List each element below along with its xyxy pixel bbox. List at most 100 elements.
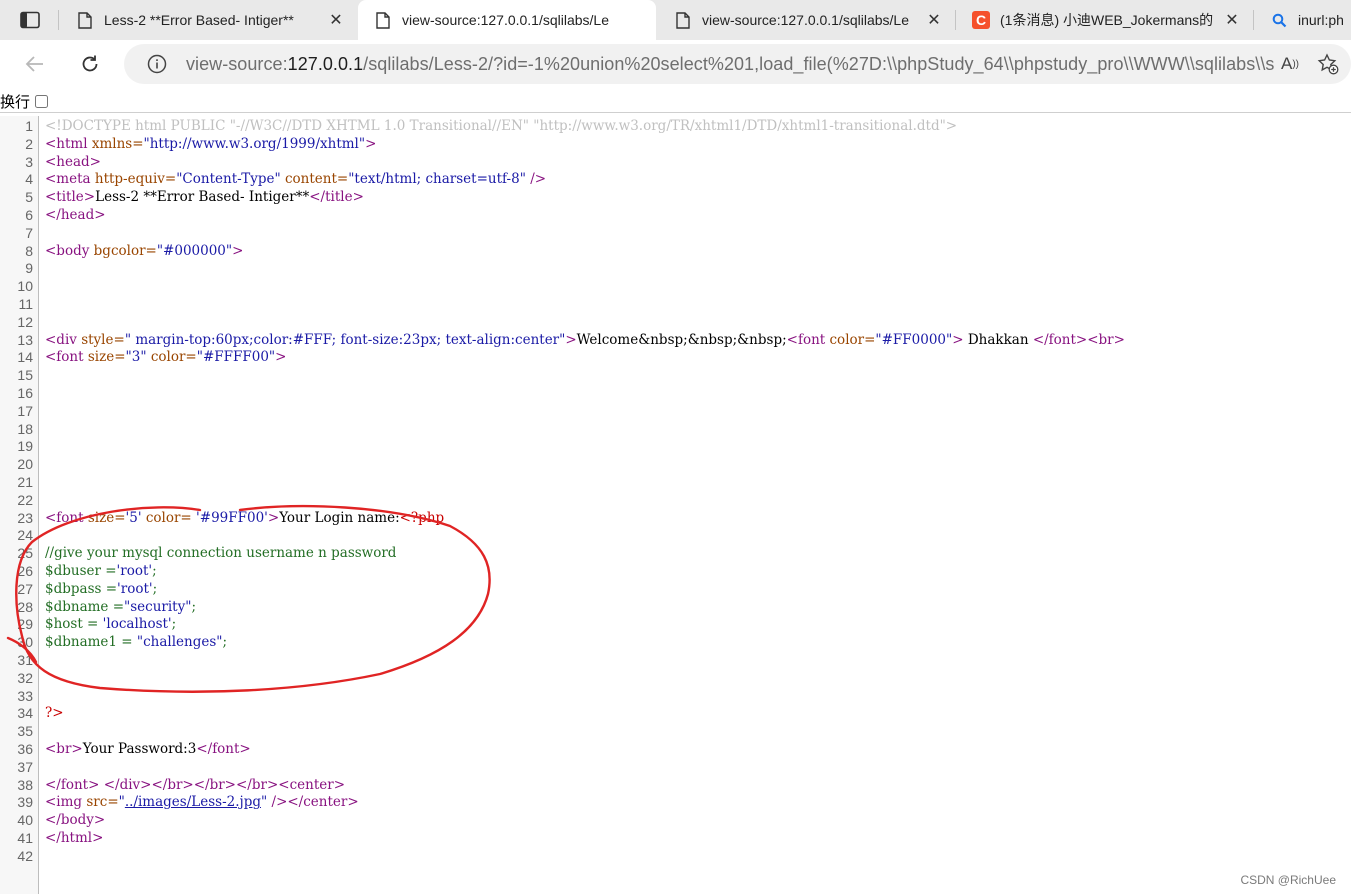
line-wrap-label: 换行 [0, 93, 31, 111]
code-token: $dbuser = [45, 563, 117, 579]
read-aloud-icon[interactable]: A)) [1275, 49, 1305, 79]
code-token: color= [145, 509, 197, 526]
source-line: 2 <html xmlns="http://www.w3.org/1999/xht… [0, 135, 1351, 153]
line-number: 25 [17, 545, 33, 562]
code-token: /> [530, 171, 547, 188]
close-tab-icon[interactable]: ✕ [922, 8, 946, 32]
page-icon [76, 11, 94, 29]
code-token: Welcome&nbsp;&nbsp;&nbsp; [576, 331, 787, 348]
code-token: <head> [45, 153, 101, 170]
source-line: 40 </body> [0, 811, 1351, 829]
line-wrap-bar: 换行 [0, 90, 49, 112]
code-token: style= [81, 331, 125, 348]
source-line: 42 [0, 847, 1351, 865]
code-token: "text/html; charset=utf-8" [348, 171, 531, 188]
line-number: 24 [17, 527, 33, 544]
source-line: 19 [0, 437, 1351, 455]
line-code: <font size='5' color= '#99FF00'>Your Log… [45, 509, 444, 527]
close-tab-icon[interactable]: ✕ [324, 8, 348, 32]
line-number: 38 [17, 776, 33, 793]
line-code: <!DOCTYPE html PUBLIC "-//W3C//DTD XHTML… [45, 117, 957, 135]
divider [0, 112, 1351, 113]
line-number: 18 [17, 420, 33, 437]
source-line: 21 [0, 473, 1351, 491]
code-token: ?> [45, 705, 64, 722]
favorite-star-icon[interactable] [1313, 49, 1343, 79]
line-code: <img src="../images/Less-2.jpg" /></cent… [45, 793, 359, 811]
line-code: <title>Less-2 **Error Based- Intiger**</… [45, 188, 364, 206]
csdn-watermark: CSDN @RichUee [1240, 873, 1336, 887]
line-number: 15 [17, 367, 33, 384]
source-line: 25 //give your mysql connection username … [0, 544, 1351, 562]
line-number: 32 [17, 669, 33, 686]
tab-less2[interactable]: Less-2 **Error Based- Intiger** ✕ [60, 0, 356, 40]
code-token: > [267, 509, 280, 526]
line-number: 6 [25, 207, 33, 223]
code-token: ; [171, 616, 177, 633]
line-number: 42 [17, 847, 33, 864]
code-token: > [232, 242, 244, 259]
code-token: content= [284, 171, 349, 188]
line-number: 27 [17, 580, 33, 597]
code-token: 'root' [117, 580, 153, 597]
code-token: bgcolor= [93, 242, 157, 259]
tab-csdn[interactable]: C (1条消息) 小迪WEB_Jokermans的 ✕ [956, 0, 1252, 40]
source-line: 17 [0, 402, 1351, 420]
code-token: '5' [125, 509, 146, 526]
line-number: 34 [17, 705, 33, 722]
tab-actions-button[interactable] [10, 6, 50, 34]
line-code: $dbname1 = "challenges"; [45, 633, 227, 651]
code-token: $host = [45, 616, 103, 633]
code-token: color= [150, 349, 197, 366]
address-url[interactable]: view-source:127.0.0.1/sqlilabs/Less-2/?i… [186, 54, 1275, 75]
back-arrow-icon [25, 56, 43, 72]
code-token: <!DOCTYPE html PUBLIC "-//W3C//DTD XHTML… [45, 118, 958, 134]
code-token: "security" [124, 598, 192, 615]
code-token: Your Password:3 [82, 741, 197, 757]
line-code: <font size="3" color="#FFFF00"> [45, 348, 286, 366]
source-line: 5 <title>Less-2 **Error Based- Intiger**<… [0, 188, 1351, 206]
code-token: "#000000" [156, 242, 233, 259]
code-token: '#99FF00' [196, 509, 268, 526]
site-info-icon[interactable] [146, 53, 168, 75]
source-line: 18 [0, 420, 1351, 438]
code-token: ; [152, 580, 158, 597]
address-bar[interactable]: view-source:127.0.0.1/sqlilabs/Less-2/?i… [124, 44, 1351, 84]
tab-view-source[interactable]: view-source:127.0.0.1/sqlilabs/Le ✕ [658, 0, 954, 40]
source-line: 36 <br>Your Password:3</font> [0, 740, 1351, 758]
line-number: 19 [17, 438, 33, 455]
code-token: <font [45, 509, 88, 526]
code-token: //give your mysql connection username n … [45, 545, 397, 562]
code-token: "challenges" [136, 634, 223, 651]
code-token: ; [152, 563, 157, 579]
reload-button[interactable] [74, 48, 106, 80]
source-line: 39 <img src="../images/Less-2.jpg" /></ce… [0, 793, 1351, 811]
code-token: " [261, 794, 272, 811]
source-line: 24 [0, 526, 1351, 544]
reload-icon [82, 55, 98, 72]
line-number: 31 [17, 652, 33, 668]
code-token: $dbname = [45, 598, 125, 615]
close-tab-icon[interactable]: ✕ [1220, 8, 1244, 32]
line-number: 22 [17, 491, 33, 508]
source-line: 16 [0, 384, 1351, 402]
code-token: <body [45, 242, 94, 259]
source-line: 8 <body bgcolor="#000000"> [0, 242, 1351, 260]
line-code: <meta http-equiv="Content-Type" content=… [45, 170, 546, 188]
tab-search[interactable]: inurl:ph [1254, 0, 1351, 40]
line-code: $dbpass ='root'; [45, 580, 157, 598]
search-icon [1270, 11, 1288, 29]
back-button[interactable] [19, 48, 51, 80]
code-token: <br> [45, 741, 83, 757]
url-path: /sqlilabs/Less-2/?id=-1%20union%20select… [363, 53, 1275, 74]
code-token: <?php [399, 509, 445, 526]
code-token: Less-2 **Error Based- Intiger** [95, 189, 310, 206]
line-code: </html> [45, 829, 103, 847]
tab-view-source-active[interactable]: view-source:127.0.0.1/sqlilabs/Le [358, 0, 656, 40]
source-line: 37 [0, 758, 1351, 776]
source-line: 20 [0, 455, 1351, 473]
line-wrap-checkbox[interactable] [35, 94, 49, 108]
code-token: </title> [309, 189, 364, 206]
source-line: 12 [0, 313, 1351, 331]
source-link[interactable]: ../images/Less-2.jpg [125, 794, 261, 810]
